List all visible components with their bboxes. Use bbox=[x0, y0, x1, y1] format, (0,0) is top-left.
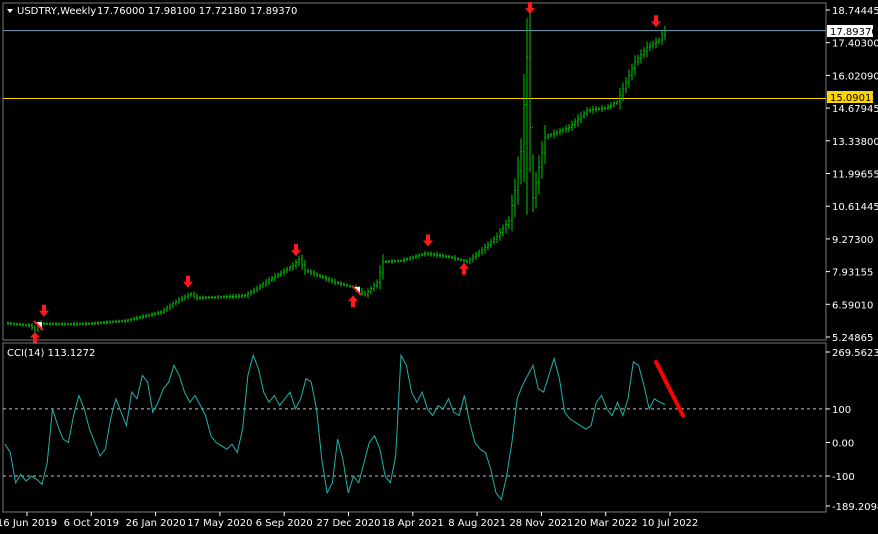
price-tick-label: 18.74445 bbox=[832, 6, 878, 17]
time-tick-label: 6 Sep 2020 bbox=[256, 518, 313, 529]
horizontal-line-label: 15.09011 bbox=[827, 91, 878, 104]
time-tick-label: 8 Aug 2021 bbox=[448, 518, 506, 529]
price-tick-label: 13.33800 bbox=[832, 137, 878, 148]
horizontal-line-label-text: 15.09011 bbox=[830, 93, 878, 104]
price-tick-label: 7.93155 bbox=[832, 268, 873, 279]
symbol-title: USDTRY,Weekly bbox=[17, 6, 96, 17]
cci-tick-label: -100 bbox=[832, 472, 855, 483]
time-tick-label: 18 Apr 2021 bbox=[382, 518, 444, 529]
time-tick-label: 16 Jun 2019 bbox=[0, 518, 57, 529]
price-tick-label: 6.59010 bbox=[832, 300, 873, 311]
price-tick-label: 17.40300 bbox=[832, 39, 878, 50]
indicator-title: CCI(14) 113.1272 bbox=[7, 348, 95, 359]
price-header: USDTRY,Weekly 17.76000 17.98100 17.72180… bbox=[7, 6, 297, 17]
price-tick-label: 9.27300 bbox=[832, 235, 873, 246]
cci-tick-label: 0.00 bbox=[832, 438, 854, 449]
current-price-label: 17.89370 bbox=[827, 25, 878, 38]
price-tick-label: 5.24865 bbox=[832, 333, 873, 344]
time-tick-label: 27 Dec 2020 bbox=[317, 518, 381, 529]
time-tick-label: 28 Nov 2021 bbox=[509, 518, 573, 529]
chart-background bbox=[0, 0, 878, 534]
ohlc-values: 17.76000 17.98100 17.72180 17.89370 bbox=[97, 6, 297, 17]
cci-tick-label: -189.2094 bbox=[832, 502, 878, 513]
cci-tick-label: 100 bbox=[832, 405, 851, 416]
trading-chart[interactable]: 18.74445 17.40300 16.02090 14.67945 13.33800… bbox=[0, 0, 878, 534]
current-price-label-text: 17.89370 bbox=[830, 27, 878, 38]
price-tick-label: 16.02090 bbox=[832, 71, 878, 82]
price-tick-label: 11.99655 bbox=[832, 170, 878, 181]
price-tick-label: 14.67945 bbox=[832, 104, 878, 115]
time-tick-label: 20 Mar 2022 bbox=[574, 518, 637, 529]
cci-tick-label: 269.5623 bbox=[832, 348, 878, 359]
time-tick-label: 10 Jul 2022 bbox=[642, 518, 699, 529]
time-tick-label: 6 Oct 2019 bbox=[64, 518, 119, 529]
time-tick-label: 26 Jan 2020 bbox=[126, 518, 186, 529]
time-tick-label: 17 May 2020 bbox=[187, 518, 252, 529]
price-tick-label: 10.61445 bbox=[832, 202, 878, 213]
